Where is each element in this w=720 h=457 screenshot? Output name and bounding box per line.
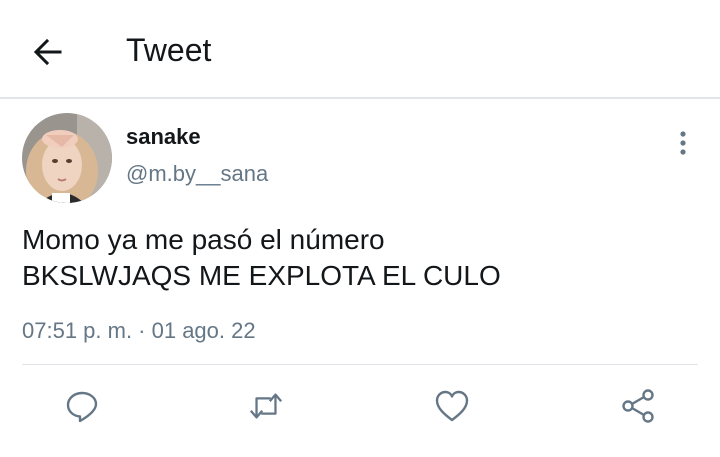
top-app-bar: Tweet [0, 0, 720, 99]
retweet-icon [249, 393, 283, 419]
page-title: Tweet [126, 32, 212, 68]
more-vertical-icon [680, 131, 686, 155]
more-options-button[interactable] [668, 128, 698, 158]
author-handle[interactable]: @m.by__sana [126, 160, 268, 188]
back-button[interactable] [28, 32, 68, 72]
divider [22, 364, 698, 365]
reply-button[interactable] [64, 388, 100, 424]
tweet-timestamp: 07:51 p. m. · 01 ago. 22 [22, 318, 256, 343]
tweet-text-line: BKSLWJAQS ME EXPLOTA EL CULO [22, 260, 501, 291]
like-button[interactable] [434, 388, 470, 424]
tweet-text-line: Momo ya me pasó el número [22, 224, 385, 255]
tweet-text: Momo ya me pasó el número BKSLWJAQS ME E… [22, 222, 682, 294]
avatar[interactable] [22, 113, 112, 203]
author-display-name[interactable]: sanake [126, 123, 201, 151]
arrow-left-icon [33, 38, 62, 66]
profile-photo [22, 113, 112, 203]
reply-icon [66, 391, 98, 423]
share-icon [622, 389, 654, 423]
heart-icon [435, 390, 469, 422]
retweet-button[interactable] [248, 388, 284, 424]
share-button[interactable] [620, 388, 656, 424]
